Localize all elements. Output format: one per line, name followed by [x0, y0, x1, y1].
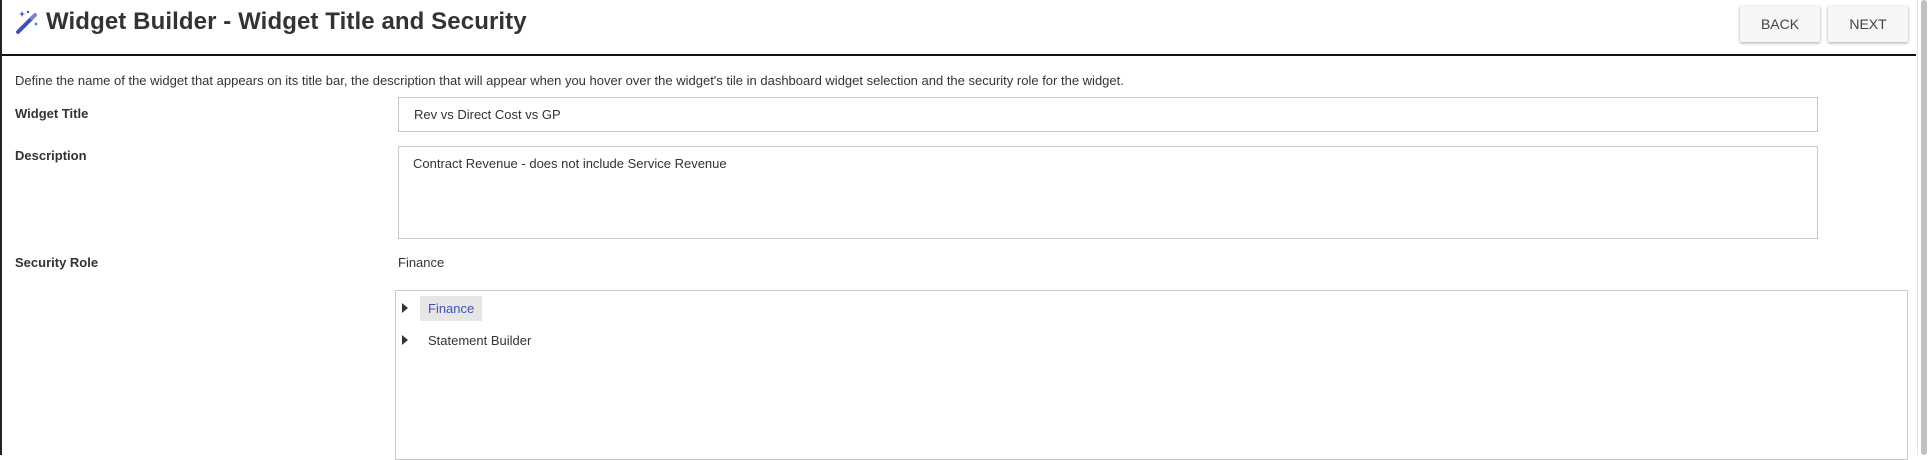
tree-item-label[interactable]: Statement Builder — [420, 328, 539, 353]
widget-builder-panel: Widget Builder - Widget Title and Securi… — [0, 0, 1916, 460]
scrollbar-thumb[interactable] — [1921, 0, 1927, 455]
page-title: Widget Builder - Widget Title and Securi… — [46, 8, 527, 35]
magic-wand-icon — [16, 10, 39, 34]
tree-item-finance[interactable]: Finance — [402, 295, 483, 321]
widget-title-label: Widget Title — [15, 106, 89, 121]
description-label: Description — [15, 148, 87, 163]
security-role-tree: Finance Statement Builder — [395, 290, 1908, 460]
title-group: Widget Builder - Widget Title and Securi… — [14, 8, 527, 36]
tree-item-label[interactable]: Finance — [420, 295, 483, 321]
description-textarea[interactable]: Contract Revenue - does not include Serv… — [398, 146, 1818, 239]
header-bar: Widget Builder - Widget Title and Securi… — [2, 0, 1916, 56]
back-button[interactable]: BACK — [1740, 6, 1820, 42]
security-role-value: Finance — [398, 255, 445, 270]
next-button[interactable]: NEXT — [1828, 6, 1908, 42]
tree-item-statement-builder[interactable]: Statement Builder — [402, 327, 539, 353]
intro-text: Define the name of the widget that appea… — [15, 73, 1124, 88]
page-scrollbar[interactable] — [1917, 0, 1929, 455]
expand-caret-icon[interactable] — [402, 335, 408, 345]
security-role-label: Security Role — [15, 255, 99, 270]
widget-title-input[interactable] — [398, 97, 1818, 132]
expand-caret-icon[interactable] — [402, 303, 408, 313]
